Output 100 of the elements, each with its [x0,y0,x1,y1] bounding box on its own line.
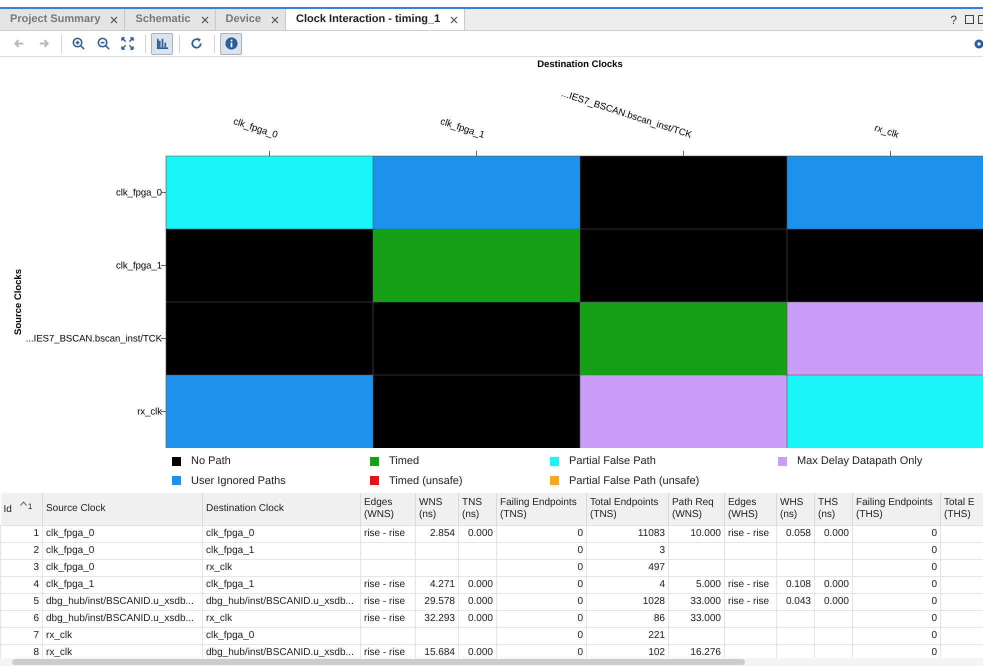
table-cell: 5.000 [668,576,724,593]
table-cell: 0 [852,542,940,559]
info-button[interactable] [220,32,242,54]
close-icon[interactable] [450,16,458,24]
matrix-cell[interactable] [166,375,373,448]
column-header[interactable]: WNS (ns) [416,493,458,525]
matrix-cell[interactable] [580,229,787,302]
table-cell: rx_clk [202,610,360,627]
table-cell: rise - rise [360,593,416,610]
close-icon[interactable] [200,16,209,24]
table-cell: rise - rise [724,576,776,593]
table-cell: rise - rise [724,593,776,610]
table-cell: clk_fpga_0 [42,525,202,542]
table-cell: 0 [852,525,940,542]
table-cell: 4 [586,576,668,593]
matrix-cell[interactable] [373,302,580,375]
table-cell: 0 [496,610,586,627]
column-header[interactable]: Total Endpoints (TNS) [586,493,668,525]
legend-label: Max Delay Datapath Only [797,454,922,469]
column-header[interactable]: Edges (WNS) [360,493,416,525]
axis-title: Source Clocks [13,269,24,335]
table-cell: 221 [586,627,668,644]
table-cell: 0.000 [458,593,496,610]
column-header[interactable]: TNS (ns) [458,493,496,525]
column-header[interactable]: Path Req (WNS) [668,493,724,525]
zoom-in-icon [70,36,86,51]
row-label: ...IES7_BSCAN.bscan_inst/TCK [26,334,162,344]
table-cell: 0 [852,627,940,644]
column-header[interactable]: Failing Endpoints (THS) [852,493,940,525]
table-cell: 0 [852,610,940,627]
maximize-icon[interactable] [978,15,983,24]
fit-icon [120,36,136,51]
table-cell: clk_fpga_0 [42,559,202,576]
row-label: clk_fpga_0 [116,188,162,198]
tab[interactable]: Device [216,9,286,30]
settings-icon[interactable] [973,38,983,50]
tab[interactable]: Project Summary [0,9,126,30]
column-header[interactable]: Total E (THS) [940,493,983,525]
table-cell: 3 [0,559,42,576]
table-cell: 0 [496,542,586,559]
table-cell: 0.043 [776,593,814,610]
table-cell: 0 [852,593,940,610]
matrix-cell[interactable] [373,156,580,229]
tab[interactable]: Schematic [125,9,216,30]
bar-chart-button[interactable] [151,32,174,54]
table-cell: 0 [496,627,586,644]
table-cell: 4 [0,576,42,593]
table-cell: rise - rise [360,525,416,542]
table-cell: 11083 [586,525,668,542]
column-header[interactable]: WHS (ns) [776,493,814,525]
matrix-cell[interactable] [787,375,983,448]
refresh-icon [189,36,204,51]
table-cell: clk_fpga_1 [202,576,360,593]
matrix-cell[interactable] [787,229,983,302]
column-header[interactable]: Failing Endpoints (TNS) [496,493,586,525]
close-icon[interactable] [110,16,118,24]
table-cell: 7 [0,627,42,644]
column-header[interactable]: Source Clock [42,493,202,525]
restore-icon[interactable] [965,15,974,24]
row-label: rx_clk [137,406,162,418]
table-cell: clk_fpga_0 [202,525,360,542]
legend-label: Partial False Path [569,454,656,469]
matrix-cell[interactable] [166,156,373,229]
table-cell: 2 [0,542,42,559]
tab[interactable]: Clock Interaction - timing_1 [286,9,466,30]
matrix-cell[interactable] [580,302,787,375]
matrix-cell[interactable] [787,156,983,229]
table-cell: rx_clk [42,627,202,644]
table-cell: 0 [496,576,586,593]
matrix-cell[interactable] [580,375,787,448]
table-cell: rx_clk [202,559,360,576]
info-icon [224,36,239,51]
table-cell: 0 [496,559,586,576]
table-cell: 0 [852,559,940,576]
close-icon[interactable] [271,16,279,24]
matrix-cell[interactable] [580,156,787,229]
matrix-cell[interactable] [373,229,580,302]
table-cell: rise - rise [724,525,776,542]
table-cell: clk_fpga_1 [202,542,360,559]
column-header[interactable]: THS (ns) [814,493,852,525]
sort-icon [20,501,27,506]
table-cell: 1028 [586,593,668,610]
table-cell: 0.000 [814,525,852,542]
legend-label: Timed (unsafe) [389,474,463,488]
table-cell: 29.578 [416,593,458,610]
matrix-cell[interactable] [166,229,373,302]
matrix-cell[interactable] [373,375,580,448]
legend-label: Partial False Path (unsafe) [569,474,700,488]
table-cell: 86 [586,610,668,627]
table-cell: 33.000 [668,610,724,627]
table-cell: 10.000 [668,525,724,542]
legend-label: Timed [389,454,420,469]
help-button[interactable]: ? [946,10,961,28]
matrix-cell[interactable] [787,302,983,375]
column-header[interactable]: Edges (WHS) [724,493,776,525]
table-cell: dbg_hub/inst/BSCANID.u_xsdb... [42,610,202,627]
column-header[interactable]: Destination Clock [202,493,360,525]
bar-chart-icon [154,36,170,51]
table-cell: rise - rise [360,610,416,627]
matrix-cell[interactable] [166,302,373,375]
